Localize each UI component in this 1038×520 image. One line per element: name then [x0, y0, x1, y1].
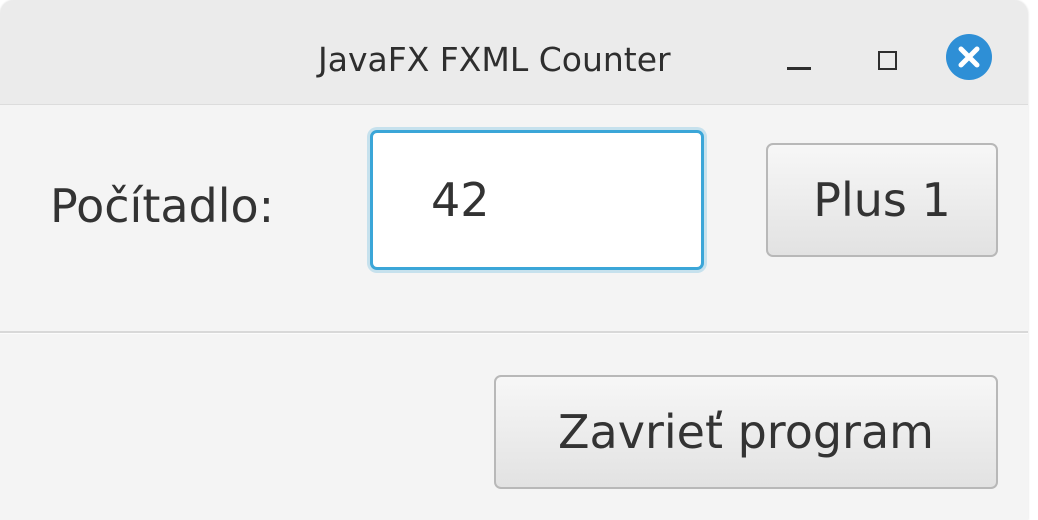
separator	[0, 331, 1028, 334]
maximize-icon	[878, 51, 897, 70]
app-window: JavaFX FXML Counter Počítadlo: Plus 1 Za…	[0, 0, 1028, 520]
minimize-button[interactable]	[778, 40, 822, 84]
plus-one-button[interactable]: Plus 1	[766, 143, 998, 257]
counter-label: Počítadlo:	[50, 179, 275, 233]
window-close-button[interactable]	[946, 34, 992, 80]
close-icon	[946, 34, 992, 80]
close-program-button[interactable]: Zavrieť program	[494, 375, 998, 489]
maximize-button[interactable]	[864, 40, 908, 84]
minimize-icon	[787, 67, 811, 70]
window-title: JavaFX FXML Counter	[318, 40, 671, 79]
title-bar[interactable]: JavaFX FXML Counter	[0, 0, 1028, 105]
counter-field[interactable]	[370, 130, 704, 270]
